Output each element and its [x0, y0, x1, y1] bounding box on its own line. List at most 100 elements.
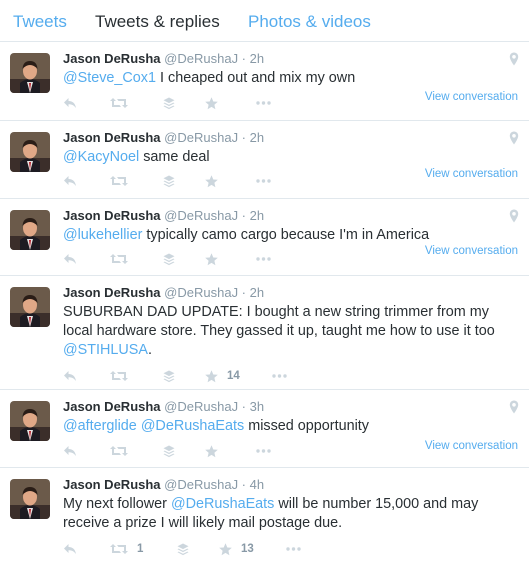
- tweet-header: Jason DeRusha @DeRushaJ · 2h: [63, 285, 264, 301]
- view-conversation-link[interactable]: View conversation: [425, 440, 518, 452]
- author-name[interactable]: Jason DeRusha: [63, 130, 161, 145]
- avatar[interactable]: [10, 132, 50, 172]
- tweet-actions: [63, 95, 323, 111]
- tweet[interactable]: Jason DeRusha @DeRushaJ · 3h @afterglide…: [0, 390, 529, 468]
- tweet-text: @KacyNoel same deal: [63, 148, 518, 167]
- tab-tweets-and-replies[interactable]: Tweets & replies: [95, 12, 220, 32]
- tweet-text: @Steve_Cox1 I cheaped out and mix my own: [63, 69, 518, 88]
- mention-link[interactable]: @afterglide: [63, 418, 137, 434]
- stack-icon[interactable]: [163, 95, 175, 111]
- author-handle-time[interactable]: @DeRushaJ · 4h: [164, 477, 264, 492]
- view-conversation-link[interactable]: View conversation: [425, 168, 518, 180]
- favorite-action[interactable]: 13: [219, 541, 254, 557]
- star-icon[interactable]: [205, 173, 218, 189]
- star-icon[interactable]: [205, 443, 218, 459]
- view-conversation-link[interactable]: View conversation: [425, 245, 518, 257]
- tweet-body: My next follower: [63, 496, 171, 512]
- author-handle-time[interactable]: @DeRushaJ · 3h: [164, 399, 264, 414]
- author-name[interactable]: Jason DeRusha: [63, 51, 161, 66]
- profile-tabs: Tweets Tweets & replies Photos & videos: [0, 0, 529, 42]
- star-icon[interactable]: [205, 95, 218, 111]
- mention-link[interactable]: @DeRushaEats: [141, 418, 244, 434]
- avatar[interactable]: [10, 401, 50, 441]
- tweet-body: typically camo cargo because I'm in Amer…: [142, 227, 430, 243]
- author-name[interactable]: Jason DeRusha: [63, 477, 161, 492]
- tweet-text: @afterglide @DeRushaEats missed opportun…: [63, 417, 518, 436]
- avatar[interactable]: [10, 210, 50, 250]
- tweet-header: Jason DeRusha @DeRushaJ · 2h: [63, 208, 264, 224]
- more-icon[interactable]: [256, 443, 271, 459]
- retweet-icon[interactable]: [110, 95, 128, 111]
- stack-icon[interactable]: [163, 443, 175, 459]
- tab-tweets[interactable]: Tweets: [13, 12, 67, 32]
- reply-icon[interactable]: [63, 95, 77, 111]
- author-handle-time[interactable]: @DeRushaJ · 2h: [164, 130, 264, 145]
- location-pin-icon[interactable]: [509, 131, 519, 145]
- author-handle-time[interactable]: @DeRushaJ · 2h: [164, 285, 264, 300]
- tweet[interactable]: Jason DeRusha @DeRushaJ · 2h @Steve_Cox1…: [0, 42, 529, 121]
- tweet-body: missed opportunity: [244, 418, 369, 434]
- star-icon[interactable]: [205, 251, 218, 267]
- retweet-icon[interactable]: [110, 443, 128, 459]
- more-icon[interactable]: [256, 251, 271, 267]
- favorite-count: 14: [227, 370, 240, 382]
- author-handle-time[interactable]: @DeRushaJ · 2h: [164, 51, 264, 66]
- tweet-header: Jason DeRusha @DeRushaJ · 4h: [63, 477, 264, 493]
- location-pin-icon[interactable]: [509, 400, 519, 414]
- location-pin-icon[interactable]: [509, 209, 519, 223]
- author-name[interactable]: Jason DeRusha: [63, 399, 161, 414]
- tweet-header: Jason DeRusha @DeRushaJ · 2h: [63, 51, 264, 67]
- retweet-action[interactable]: 1: [110, 541, 143, 557]
- retweet-icon[interactable]: [110, 368, 128, 384]
- view-conversation-link[interactable]: View conversation: [425, 91, 518, 103]
- stack-icon[interactable]: [163, 368, 175, 384]
- stack-icon[interactable]: [177, 541, 189, 557]
- tweet-actions: 1 13: [63, 541, 323, 557]
- more-icon[interactable]: [256, 95, 271, 111]
- reply-icon[interactable]: [63, 541, 77, 557]
- author-name[interactable]: Jason DeRusha: [63, 285, 161, 300]
- location-pin-icon[interactable]: [509, 52, 519, 66]
- mention-link[interactable]: @lukehellier: [63, 227, 142, 243]
- avatar[interactable]: [10, 287, 50, 327]
- more-icon[interactable]: [286, 541, 301, 557]
- retweet-count: 1: [137, 543, 144, 555]
- tweet[interactable]: Jason DeRusha @DeRushaJ · 4h My next fol…: [0, 468, 529, 571]
- reply-icon[interactable]: [63, 251, 77, 267]
- mention-link[interactable]: @DeRushaEats: [171, 496, 274, 512]
- tweet[interactable]: Jason DeRusha @DeRushaJ · 2h @KacyNoel s…: [0, 121, 529, 199]
- retweet-icon: [110, 544, 128, 554]
- tweet-actions: [63, 251, 323, 267]
- more-icon[interactable]: [256, 173, 271, 189]
- tweet-actions: 14: [63, 368, 323, 384]
- mention-link[interactable]: @KacyNoel: [63, 149, 139, 165]
- author-handle-time[interactable]: @DeRushaJ · 2h: [164, 208, 264, 223]
- favorite-action[interactable]: 14: [205, 368, 240, 384]
- mention-link[interactable]: @Steve_Cox1: [63, 70, 156, 86]
- tweet[interactable]: Jason DeRusha @DeRushaJ · 2h SUBURBAN DA…: [0, 276, 529, 390]
- reply-icon[interactable]: [63, 173, 77, 189]
- star-icon: [205, 369, 218, 382]
- stack-icon[interactable]: [163, 251, 175, 267]
- tweet-body: I cheaped out and mix my own: [156, 70, 356, 86]
- avatar[interactable]: [10, 53, 50, 93]
- tab-photos-and-videos[interactable]: Photos & videos: [248, 12, 371, 32]
- mention-link[interactable]: @STIHLUSA: [63, 342, 148, 358]
- author-name[interactable]: Jason DeRusha: [63, 208, 161, 223]
- tweet-actions: [63, 173, 323, 189]
- retweet-icon[interactable]: [110, 251, 128, 267]
- favorite-count: 13: [241, 543, 254, 555]
- avatar[interactable]: [10, 479, 50, 519]
- retweet-icon[interactable]: [110, 173, 128, 189]
- reply-icon[interactable]: [63, 443, 77, 459]
- tweet-header: Jason DeRusha @DeRushaJ · 3h: [63, 399, 264, 415]
- tweet-text: SUBURBAN DAD UPDATE: I bought a new stri…: [63, 303, 518, 360]
- tweet-text: My next follower @DeRushaEats will be nu…: [63, 495, 518, 533]
- reply-icon[interactable]: [63, 368, 77, 384]
- tweet-header: Jason DeRusha @DeRushaJ · 2h: [63, 130, 264, 146]
- tweet-body-tail: .: [147, 342, 152, 358]
- stack-icon[interactable]: [163, 173, 175, 189]
- more-icon[interactable]: [272, 368, 287, 384]
- tweet[interactable]: Jason DeRusha @DeRushaJ · 2h @lukehellie…: [0, 199, 529, 276]
- star-icon: [219, 542, 232, 555]
